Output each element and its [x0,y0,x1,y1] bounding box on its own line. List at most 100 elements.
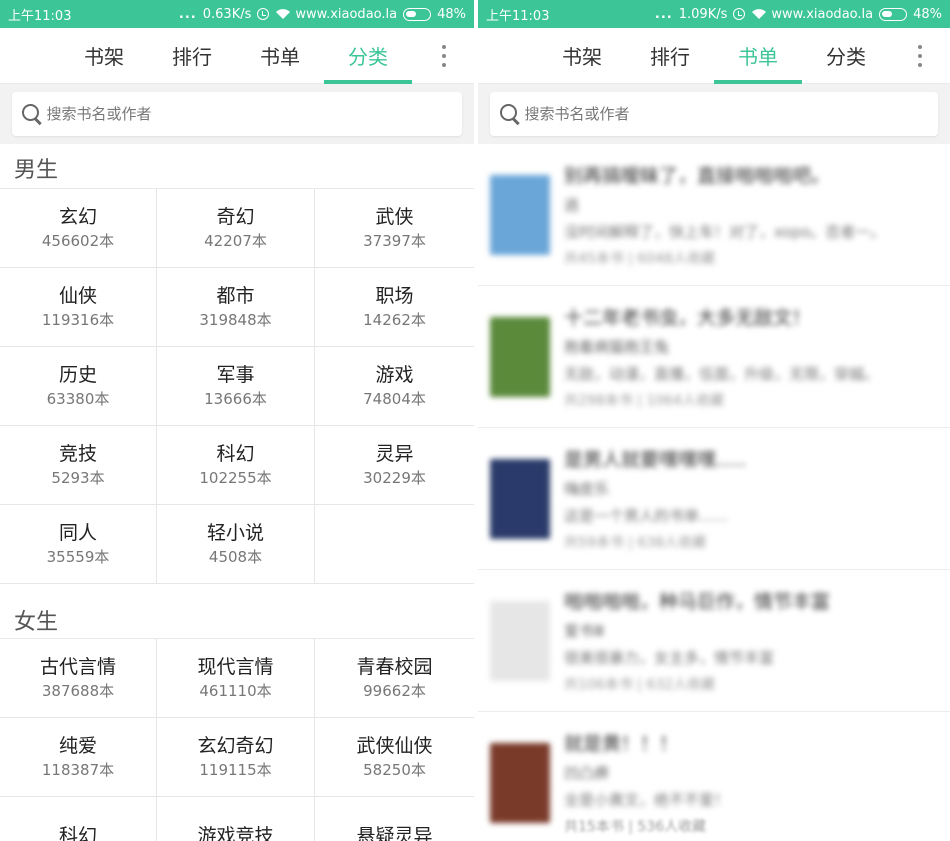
category-item[interactable]: 都市 319848本 [157,268,315,347]
more-menu-icon[interactable] [434,40,454,72]
booklist-desc: 很美很暴力，女主多，情节丰富 [564,649,775,667]
tab-ranking[interactable]: 排行 [148,28,236,84]
category-name: 竞技 [58,443,97,465]
category-item[interactable]: 武侠 37397本 [315,189,474,268]
category-name: 玄幻 [58,206,97,228]
booklist-item[interactable]: 就是黄！！！ 凹凸痹 全是小黄文，绝不不爱！ 共15本书 | 536人收藏 [478,712,950,841]
category-name: 纯爱 [58,735,97,757]
status-bar: 上午11:03 ... 0.63K/s www.xiaodao.la 48% [0,0,474,28]
category-count: 63380本 [46,390,110,408]
category-count: 119115本 [199,761,272,779]
category-item[interactable]: 历史 63380本 [0,347,157,426]
status-bar: 上午11:03 ... 1.09K/s www.xiaodao.la 48% [478,0,950,28]
booklist-title: 啪啪啪啪，种马巨作，情节丰富 [564,591,831,613]
category-name: 游戏 [375,364,414,386]
search-input[interactable] [524,105,930,123]
alarm-icon [257,8,270,20]
more-menu-icon[interactable] [910,40,930,72]
category-item[interactable]: 游戏竞技 [157,797,315,841]
wifi-icon [751,8,767,20]
category-count: 461110本 [199,682,272,700]
category-name: 灵异 [375,443,414,465]
phone-category-screen: 上午11:03 ... 0.63K/s www.xiaodao.la 48% 书… [0,0,474,841]
booklist-item[interactable]: 别再搞暧昧了，直接啪啪啪吧。 逍 没时间解释了，快上车！对了，xopo。否者一。… [478,144,950,286]
category-item[interactable]: 玄幻 456602本 [0,189,157,268]
category-item[interactable]: 灵异 30229本 [315,426,474,505]
category-item[interactable]: 悬疑灵异 [315,797,474,841]
category-count: 456602本 [41,232,115,250]
section-title-female: 女生 [0,598,474,638]
category-count: 37397本 [363,232,426,250]
category-name: 游戏竞技 [197,825,274,841]
tab-ranking[interactable]: 排行 [626,28,714,84]
battery-icon [879,7,908,21]
category-item[interactable]: 武侠仙侠 58250本 [315,718,474,797]
category-item[interactable]: 科幻 [0,797,157,841]
tab-category[interactable]: 分类 [324,28,412,84]
alarm-icon [733,8,746,20]
tab-booklist[interactable]: 书单 [714,28,802,84]
category-count: 4508本 [208,548,263,566]
category-name: 玄幻奇幻 [197,735,274,757]
booklist-stats: 共15本书 | 536人收藏 [564,819,707,835]
category-item[interactable]: 仙侠 119316本 [0,268,157,347]
booklist-desc: 无敌，动漫，直播，伍面，升级，无限，穿越。 [564,365,880,383]
category-item[interactable]: 同人 35559本 [0,505,157,584]
status-time: 上午11:03 [8,8,72,24]
category-item[interactable]: 职场 14262本 [315,268,474,347]
category-item[interactable]: 现代言情 461110本 [157,639,315,718]
battery-level: 48% [437,6,466,22]
search-box[interactable] [490,92,938,136]
category-item[interactable]: 奇幻 42207本 [157,189,315,268]
tab-bookshelf[interactable]: 书架 [538,28,626,84]
female-category-grid: 古代言情 387688本 现代言情 461110本 青春校园 99662本 纯爱 118… [0,638,474,841]
category-count: 118387本 [41,761,115,779]
tab-booklist[interactable]: 书单 [236,28,324,84]
booklist-item[interactable]: 十二年老书虫，大多无敌文！ 抱着病猫抱王兔 无敌，动漫，直播，伍面，升级，无限，… [478,286,950,428]
male-category-grid: 玄幻 456602本 奇幻 42207本 武侠 37397本 仙侠 119316本 都市… [0,188,474,584]
category-count: 14262本 [363,311,426,329]
category-count: 58250本 [363,761,426,779]
category-name: 现代言情 [197,656,274,678]
category-name: 仙侠 [58,285,97,307]
phone-booklist-screen: 上午11:03 ... 1.09K/s www.xiaodao.la 48% 书… [478,0,950,841]
search-box[interactable] [12,92,462,136]
category-count: 319848本 [199,311,272,329]
booklist-title: 是男人就要嘿嘿嘿..... [564,449,747,471]
empty-cell [315,505,474,584]
category-name: 悬疑灵异 [356,825,433,841]
tab-category[interactable]: 分类 [802,28,890,84]
booklist: 别再搞暧昧了，直接啪啪啪吧。 逍 没时间解释了，快上车！对了，xopo。否者一。… [478,144,950,841]
category-item[interactable]: 军事 13666本 [157,347,315,426]
booklist-stats: 共298本书 | 1064人收藏 [564,393,724,409]
category-item[interactable]: 青春校园 99662本 [315,639,474,718]
category-item[interactable]: 轻小说 4508本 [157,505,315,584]
booklist-desc: 没时间解释了，快上车！对了，xopo。否者一。 [564,223,886,241]
top-nav-tabs: 书架 排行 书单 分类 [0,28,474,84]
booklist-item[interactable]: 是男人就要嘿嘿嘿..... 嗨皮乐 这是一个男人的书单...... 共59本书 … [478,428,950,570]
category-name: 同人 [58,522,97,544]
tab-bookshelf[interactable]: 书架 [60,28,148,84]
booklist-stats: 共106本书 | 632人收藏 [564,677,716,693]
category-count: 42207本 [204,232,267,250]
booklist-author: 抱着病猫抱王兔 [564,338,670,356]
category-name: 科幻 [216,443,255,465]
category-name: 武侠仙侠 [356,735,433,757]
category-item[interactable]: 古代言情 387688本 [0,639,157,718]
category-name: 武侠 [375,206,414,228]
category-name: 历史 [58,364,97,386]
booklist-item[interactable]: 啪啪啪啪，种马巨作，情节丰富 爱书Ⅲ 很美很暴力，女主多，情节丰富 共106本书… [478,570,950,712]
booklist-desc: 全是小黄文，绝不不爱！ [564,791,730,809]
search-icon [20,102,43,126]
status-dots: ... [178,6,197,22]
category-item[interactable]: 游戏 74804本 [315,347,474,426]
category-item[interactable]: 科幻 102255本 [157,426,315,505]
book-cover-image [490,458,550,539]
network-speed: 1.09K/s [678,6,728,22]
network-speed: 0.63K/s [202,6,252,22]
top-nav-tabs: 书架 排行 书单 分类 [478,28,950,84]
category-item[interactable]: 玄幻奇幻 119115本 [157,718,315,797]
category-item[interactable]: 纯爱 118387本 [0,718,157,797]
search-input[interactable] [46,105,454,123]
category-item[interactable]: 竞技 5293本 [0,426,157,505]
